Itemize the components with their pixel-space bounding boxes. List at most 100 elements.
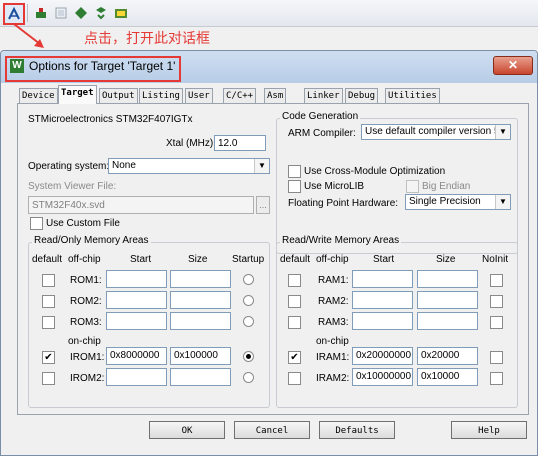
irom1-start-input[interactable]: 0x8000000 (106, 347, 167, 365)
xtal-input[interactable]: 12.0 (214, 135, 266, 151)
iram1-noinit-checkbox[interactable] (490, 351, 503, 364)
ram1-label: RAM1: (318, 275, 349, 286)
ram2-start-input[interactable] (352, 291, 413, 309)
ram-onchip-label: on-chip (316, 336, 349, 347)
cross-module-label: Use Cross-Module Optimization (304, 166, 446, 177)
options-dialog: W Options for Target 'Target 1' ✕ Device… (0, 50, 538, 456)
ram3-size-input[interactable] (417, 312, 478, 330)
os-value: None (112, 160, 136, 171)
help-button[interactable]: Help (451, 421, 527, 439)
tab-linker[interactable]: Linker (304, 88, 343, 103)
tab-device[interactable]: Device (19, 88, 58, 103)
rom3-start-input[interactable] (106, 312, 167, 330)
cancel-button[interactable]: Cancel (234, 421, 310, 439)
irom2-label: IROM2: (70, 373, 105, 384)
os-label: Operating system: (28, 161, 110, 172)
microlib-label: Use MicroLIB (304, 181, 365, 192)
rom-header-default: default (32, 254, 63, 265)
rom2-startup-radio[interactable] (243, 295, 254, 306)
fp-hardware-select[interactable]: Single Precision ▼ (405, 194, 511, 210)
tab-listing[interactable]: Listing (139, 88, 183, 103)
iram1-default-checkbox[interactable]: ✔ (288, 351, 301, 364)
rom1-start-input[interactable] (106, 270, 167, 288)
rom3-size-input[interactable] (170, 312, 231, 330)
os-select[interactable]: None ▼ (108, 158, 270, 174)
rom1-size-input[interactable] (170, 270, 231, 288)
rom3-default-checkbox[interactable] (42, 316, 55, 329)
target-panel: STMicroelectronics STM32F407IGTx Xtal (M… (17, 103, 529, 415)
rom2-start-input[interactable] (106, 291, 167, 309)
tab-target[interactable]: Target (58, 85, 97, 104)
iram2-noinit-checkbox[interactable] (490, 372, 503, 385)
rom3-startup-radio[interactable] (243, 316, 254, 327)
custom-file-label: Use Custom File (46, 218, 120, 229)
annotation-arrow (13, 23, 44, 48)
fp-hardware-value: Single Precision (409, 196, 481, 207)
irom1-default-checkbox[interactable]: ✔ (42, 351, 55, 364)
irom2-size-input[interactable] (170, 368, 231, 386)
ram3-start-input[interactable] (352, 312, 413, 330)
irom2-start-input[interactable] (106, 368, 167, 386)
ram1-start-input[interactable] (352, 270, 413, 288)
ram-header-noinit: NoInit (482, 254, 509, 265)
tab-asm[interactable]: Asm (264, 88, 287, 103)
rom-header-size: Size (188, 254, 208, 265)
ram-header-offchip: off-chip (316, 254, 349, 265)
ram1-noinit-checkbox[interactable] (490, 274, 503, 287)
irom2-startup-radio[interactable] (243, 372, 254, 383)
ram-header-size: Size (436, 254, 456, 265)
pack-installer-icon[interactable] (91, 3, 111, 23)
ram1-default-checkbox[interactable] (288, 274, 301, 287)
iram1-size-input[interactable]: 0x20000 (417, 347, 478, 365)
arm-compiler-select[interactable]: Use default compiler version 5 ▼ (361, 124, 511, 140)
cross-module-checkbox[interactable] (288, 165, 301, 178)
arm-compiler-value: Use default compiler version 5 (365, 126, 500, 137)
toolbar (0, 0, 538, 27)
irom1-label: IROM1: (70, 352, 105, 363)
arm-compiler-label: ARM Compiler: (288, 128, 356, 139)
browse-button[interactable]: ... (256, 196, 270, 214)
iram2-size-input[interactable]: 0x10000 (417, 368, 478, 386)
iram2-start-input[interactable]: 0x10000000 (352, 368, 413, 386)
rom3-label: ROM3: (70, 317, 102, 328)
ram2-size-input[interactable] (417, 291, 478, 309)
ram-group-title: Read/Write Memory Areas (280, 235, 402, 246)
close-button[interactable]: ✕ (493, 56, 533, 75)
rom2-default-checkbox[interactable] (42, 295, 55, 308)
device-name: STMicroelectronics STM32F407IGTx (28, 114, 193, 125)
ram1-size-input[interactable] (417, 270, 478, 288)
defaults-button[interactable]: Defaults (319, 421, 395, 439)
custom-file-checkbox[interactable] (30, 217, 43, 230)
ram3-noinit-checkbox[interactable] (490, 316, 503, 329)
irom1-size-input[interactable]: 0x100000 (170, 347, 231, 365)
tab-debug[interactable]: Debug (345, 88, 379, 103)
rom-header-startup: Startup (232, 254, 265, 265)
rom-header-offchip: off-chip (68, 254, 101, 265)
iram1-start-input[interactable]: 0x20000000 (352, 347, 413, 365)
rom2-size-input[interactable] (170, 291, 231, 309)
tab-user[interactable]: User (185, 88, 213, 103)
tab-utilities[interactable]: Utilities (385, 88, 440, 103)
big-endian-checkbox[interactable] (406, 180, 419, 193)
microlib-checkbox[interactable] (288, 180, 301, 193)
rom1-default-checkbox[interactable] (42, 274, 55, 287)
rom1-startup-radio[interactable] (243, 274, 254, 285)
chevron-down-icon: ▼ (254, 159, 269, 173)
iram2-default-checkbox[interactable] (288, 372, 301, 385)
tab-output[interactable]: Output (99, 88, 138, 103)
tab-c-cpp[interactable]: C/C++ (223, 88, 257, 103)
ram3-label: RAM3: (318, 317, 349, 328)
ram2-default-checkbox[interactable] (288, 295, 301, 308)
ok-button[interactable]: OK (149, 421, 225, 439)
ram2-label: RAM2: (318, 296, 349, 307)
ram2-noinit-checkbox[interactable] (490, 295, 503, 308)
select-packs-icon[interactable] (111, 3, 131, 23)
uvision-icon: W (10, 59, 24, 73)
chevron-down-icon: ▼ (495, 125, 510, 139)
irom2-default-checkbox[interactable] (42, 372, 55, 385)
irom1-startup-radio[interactable] (243, 351, 254, 362)
svd-label: System Viewer File: (28, 181, 117, 192)
ram3-default-checkbox[interactable] (288, 316, 301, 329)
rom-group-title: Read/Only Memory Areas (32, 235, 151, 246)
svd-input[interactable]: STM32F40x.svd (28, 196, 254, 214)
